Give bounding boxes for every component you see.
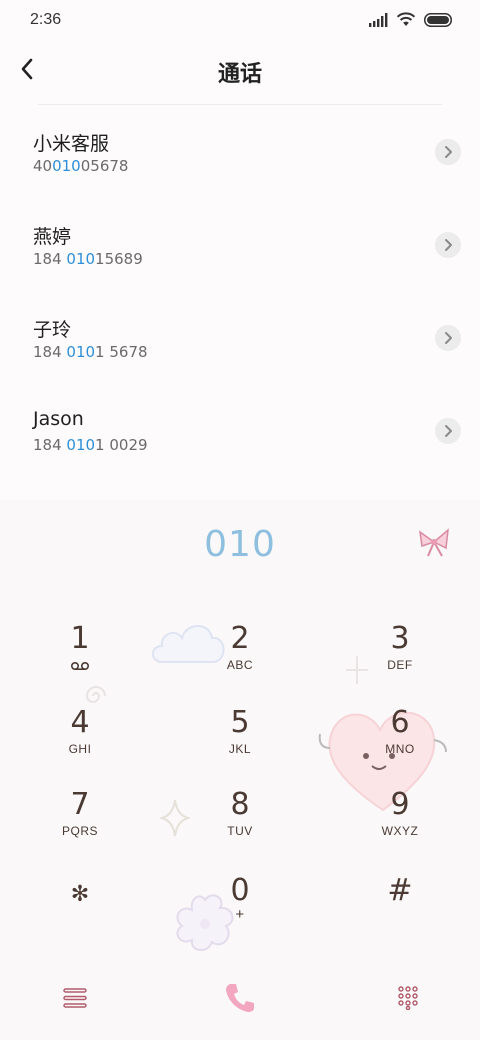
chevron-right-icon bbox=[445, 425, 452, 437]
status-bar: 2:36 bbox=[0, 0, 480, 42]
voicemail-icon bbox=[70, 661, 90, 671]
contact-item[interactable]: 子玲 184 0101 5678 bbox=[0, 291, 480, 384]
contact-detail-button[interactable] bbox=[435, 139, 461, 165]
key-4[interactable]: 4 GHI bbox=[10, 706, 150, 776]
header: 通话 bbox=[0, 42, 480, 104]
key-6[interactable]: 6 MNO bbox=[330, 706, 470, 776]
chevron-right-icon bbox=[445, 239, 452, 251]
status-time: 2:36 bbox=[30, 11, 62, 28]
contact-detail-button[interactable] bbox=[435, 418, 461, 444]
contact-name: 小米客服 bbox=[33, 133, 110, 155]
key-5[interactable]: 5 JKL bbox=[170, 706, 310, 776]
signal-icon bbox=[368, 12, 388, 31]
call-button[interactable] bbox=[220, 978, 260, 1018]
battery-icon bbox=[424, 12, 454, 31]
key-8[interactable]: 8 TUV bbox=[170, 788, 310, 858]
contact-item[interactable]: 小米客服 4001005678 bbox=[0, 105, 480, 198]
page-title: 通话 bbox=[217, 62, 262, 87]
key-star[interactable]: ✻ bbox=[10, 878, 150, 948]
dialed-number-display: 010 bbox=[204, 524, 276, 565]
contact-number: 184 01015689 bbox=[33, 250, 143, 268]
contact-name: 子玲 bbox=[33, 319, 72, 341]
contact-number: 184 0101 0029 bbox=[33, 436, 148, 454]
key-2[interactable]: 2 ABC bbox=[170, 622, 310, 692]
key-0[interactable]: 0 + bbox=[170, 874, 310, 944]
contact-list: 小米客服 4001005678 燕婷 184 01015689 子玲 184 0… bbox=[0, 105, 480, 477]
menu-button[interactable] bbox=[55, 978, 95, 1018]
status-icons bbox=[368, 11, 454, 31]
key-1[interactable]: 1 bbox=[10, 622, 150, 692]
bottom-action-bar bbox=[0, 960, 480, 1040]
chevron-right-icon bbox=[445, 146, 452, 158]
contact-detail-button[interactable] bbox=[435, 232, 461, 258]
contact-item[interactable]: 燕婷 184 01015689 bbox=[0, 198, 480, 291]
contact-name: Jason bbox=[33, 408, 84, 430]
contact-number: 184 0101 5678 bbox=[33, 343, 148, 361]
keypad-icon bbox=[398, 986, 418, 1010]
phone-icon bbox=[226, 984, 254, 1012]
wifi-icon bbox=[396, 11, 416, 31]
contact-name: 燕婷 bbox=[33, 226, 72, 248]
key-7[interactable]: 7 PQRS bbox=[10, 788, 150, 858]
dialer-screen: 2:36 通话 小米客服 4001005678 燕婷 184 01015689 … bbox=[0, 0, 480, 1040]
contact-detail-button[interactable] bbox=[435, 325, 461, 351]
dialer-panel: 010 1 2 ABC 3 DEF 4 GHI 5 JKL 6 MNO 7 PQ… bbox=[0, 500, 480, 1040]
key-9[interactable]: 9 WXYZ bbox=[330, 788, 470, 858]
bow-icon[interactable] bbox=[416, 524, 452, 560]
chevron-right-icon bbox=[445, 332, 452, 344]
keypad-toggle-button[interactable] bbox=[388, 978, 428, 1018]
contact-number: 4001005678 bbox=[33, 157, 129, 175]
menu-icon bbox=[63, 988, 87, 1008]
key-3[interactable]: 3 DEF bbox=[330, 622, 470, 692]
key-hash[interactable]: # bbox=[330, 874, 470, 944]
contact-item[interactable]: Jason 184 0101 0029 bbox=[0, 384, 480, 477]
